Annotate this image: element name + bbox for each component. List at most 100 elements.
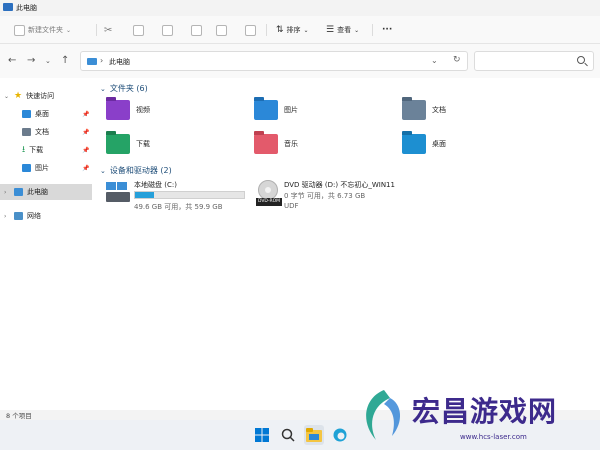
star-icon: ★ — [14, 91, 23, 101]
delete-button[interactable] — [245, 22, 256, 38]
sidebar-item-this-pc[interactable]: › 此电脑 — [0, 184, 92, 200]
sidebar-item-network[interactable]: › 网络 — [4, 208, 96, 224]
drive-space: 0 字节 可用，共 6.73 GB — [284, 192, 366, 200]
share-icon — [216, 24, 227, 36]
videos-folder-icon — [106, 97, 130, 120]
paste-icon — [162, 24, 173, 36]
network-icon — [14, 212, 23, 220]
sort-label: 排序 — [286, 26, 301, 34]
folder-tile-desktop[interactable]: 桌面 — [402, 131, 446, 154]
trash-icon — [245, 24, 256, 36]
sidebar-item-label: 快速访问 — [26, 92, 55, 100]
new-folder-icon — [14, 24, 25, 36]
sidebar-item-downloads[interactable]: ⭳ 下载 📌 — [22, 142, 96, 158]
folder-name: 音乐 — [284, 140, 298, 148]
chevron-down-icon[interactable]: ⌄ — [431, 56, 438, 65]
windows-logo-icon — [255, 428, 269, 442]
chevron-down-icon: ⌄ — [100, 84, 106, 93]
view-label: 查看 — [337, 26, 352, 34]
cut-button[interactable]: ✂ — [104, 22, 112, 38]
downloads-folder-icon — [106, 131, 130, 154]
chevron-right-icon: › — [4, 188, 7, 196]
chevron-down-icon: ⌄ — [303, 26, 309, 34]
new-folder-button[interactable]: 新建文件夹 ⌄ — [14, 22, 71, 38]
chevron-right-icon: › — [4, 212, 7, 220]
chevron-down-icon: ⌄ — [66, 26, 72, 34]
folder-tile-downloads[interactable]: 下载 — [106, 131, 150, 154]
up-arrow-icon[interactable]: ↑ — [61, 55, 69, 66]
address-bar[interactable]: › 此电脑 ⌄ ↻ — [80, 51, 468, 71]
drive-tile-c[interactable]: 本地磁盘 (C:) 49.6 GB 可用，共 59.9 GB — [104, 180, 245, 214]
paste-button[interactable] — [162, 22, 173, 38]
refresh-icon[interactable]: ↻ — [453, 55, 461, 65]
copy-button[interactable] — [133, 22, 144, 38]
drives-group-title: 设备和驱动器 (2) — [109, 166, 172, 175]
folders-group-header[interactable]: ⌄ 文件夹 (6) — [100, 83, 148, 94]
folder-name: 桌面 — [432, 140, 446, 148]
desktop-folder-icon — [402, 131, 426, 154]
view-button[interactable]: ☰ 查看 ⌄ — [326, 22, 359, 38]
sidebar-item-quick-access[interactable]: ⌄ ★ 快速访问 — [4, 88, 96, 104]
folder-tile-pictures[interactable]: 图片 — [254, 97, 298, 120]
chevron-down-icon: ⌄ — [354, 26, 360, 34]
taskbar-search-button[interactable] — [278, 425, 298, 445]
window-title: 此电脑 — [16, 4, 37, 12]
chevron-down-icon: ⌄ — [100, 166, 106, 175]
pin-icon[interactable]: 📌 — [82, 147, 89, 154]
recent-chevron-icon[interactable]: ⌄ — [45, 57, 51, 65]
pictures-icon — [22, 164, 31, 172]
divider — [372, 24, 373, 36]
folders-group-title: 文件夹 (6) — [109, 84, 148, 93]
chevron-down-icon: ⌄ — [4, 92, 10, 100]
download-icon: ⭳ — [22, 145, 26, 155]
item-count: 8 个项目 — [6, 412, 32, 420]
drive-usage-bar — [134, 191, 245, 199]
command-bar: 新建文件夹 ⌄ ✂ ⇅ 排序 ⌄ ☰ 查看 ⌄ ··· — [0, 16, 600, 44]
sidebar-item-desktop[interactable]: 桌面 📌 — [22, 106, 96, 122]
drive-tile-d[interactable]: DVD-ROM DVD 驱动器 (D:) 不忘初心_WIN11 0 字节 可用，… — [254, 180, 434, 214]
view-icon: ☰ — [326, 25, 335, 35]
taskbar-file-explorer[interactable] — [304, 425, 324, 445]
watermark-url: www.hcs-laser.com — [460, 433, 527, 441]
folder-tile-documents[interactable]: 文档 — [402, 97, 446, 120]
start-button[interactable] — [252, 425, 272, 445]
copy-icon — [133, 24, 144, 36]
chevron-right-icon: › — [100, 56, 104, 65]
divider — [96, 24, 97, 36]
desktop-icon — [22, 110, 31, 118]
back-arrow-icon[interactable]: ← — [8, 55, 16, 66]
sort-button[interactable]: ⇅ 排序 ⌄ — [276, 22, 309, 38]
folder-tile-music[interactable]: 音乐 — [254, 131, 298, 154]
navigation-pane: ⌄ ★ 快速访问 桌面 📌 文档 📌 ⭳ 下载 📌 图片 📌 › 此电脑 › 网… — [0, 78, 96, 410]
sidebar-item-label: 文档 — [35, 128, 49, 136]
folder-icon — [306, 428, 322, 442]
this-pc-icon — [87, 58, 97, 65]
edge-browser-icon — [333, 428, 347, 442]
sidebar-item-label: 下载 — [29, 146, 44, 154]
rename-button[interactable] — [191, 22, 202, 38]
more-options-button[interactable]: ··· — [382, 22, 392, 38]
search-icon-handle — [584, 62, 588, 67]
folder-tile-videos[interactable]: 视频 — [106, 97, 150, 120]
pin-icon[interactable]: 📌 — [82, 129, 89, 136]
file-explorer-window: 此电脑 新建文件夹 ⌄ ✂ ⇅ 排序 ⌄ ☰ 查看 ⌄ ··· ← → ⌄ ↑ … — [0, 0, 600, 450]
drive-space: 49.6 GB 可用，共 59.9 GB — [134, 203, 223, 211]
pin-icon[interactable]: 📌 — [82, 111, 89, 118]
dvd-rom-label: DVD-ROM — [256, 198, 282, 206]
documents-icon — [22, 128, 31, 136]
pictures-folder-icon — [254, 97, 278, 120]
rename-icon — [191, 24, 202, 36]
share-button[interactable] — [216, 22, 227, 38]
title-bar: 此电脑 — [0, 0, 600, 16]
forward-arrow-icon[interactable]: → — [27, 55, 35, 66]
pin-icon[interactable]: 📌 — [82, 165, 89, 172]
taskbar-edge[interactable] — [330, 425, 350, 445]
sidebar-item-pictures[interactable]: 图片 📌 — [22, 160, 96, 176]
drives-group-header[interactable]: ⌄ 设备和驱动器 (2) — [100, 165, 172, 176]
watermark-logo-icon — [366, 390, 401, 440]
sidebar-item-label: 图片 — [35, 164, 49, 172]
search-box[interactable] — [474, 51, 594, 71]
sidebar-item-documents[interactable]: 文档 📌 — [22, 124, 96, 140]
search-icon — [281, 428, 295, 442]
folder-name: 文档 — [432, 106, 446, 114]
